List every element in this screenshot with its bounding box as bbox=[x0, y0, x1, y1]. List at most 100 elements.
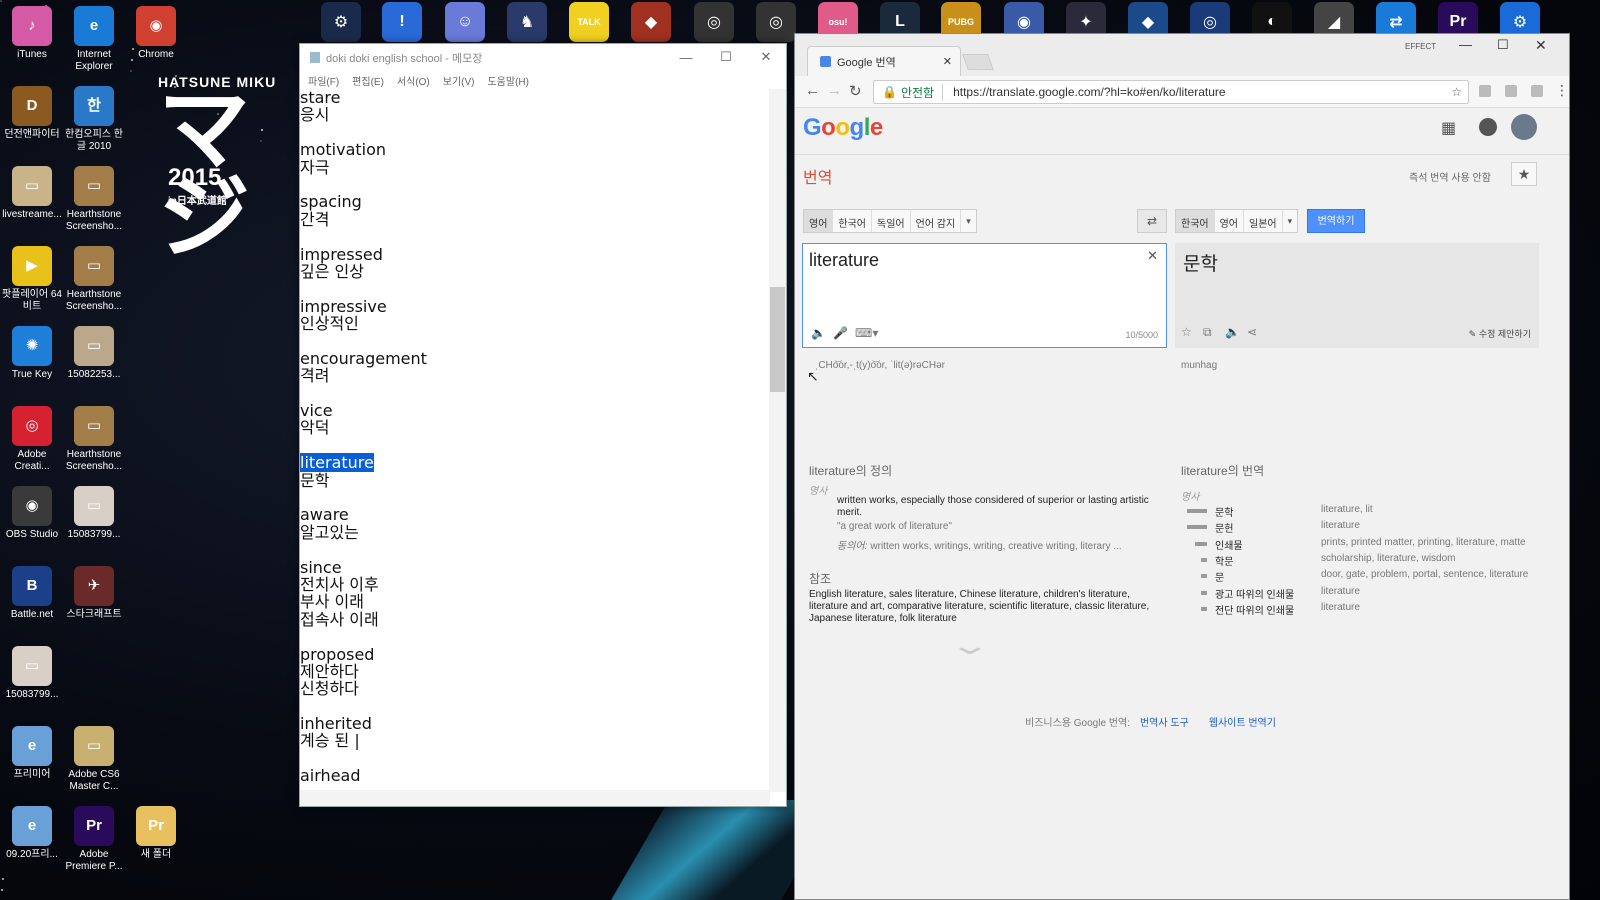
menu-item[interactable]: 파일(F) bbox=[308, 73, 339, 88]
desktop-icon[interactable]: ◉ OBS Studio bbox=[0, 486, 64, 541]
menu-item[interactable]: 도움말(H) bbox=[487, 73, 528, 88]
chevron-down-icon[interactable]: ▾ bbox=[1283, 210, 1298, 232]
desktop-icon[interactable]: ♪ iTunes bbox=[0, 6, 64, 61]
reload-icon[interactable]: ↻ bbox=[849, 82, 862, 100]
close-tab-icon[interactable]: ✕ bbox=[943, 55, 952, 68]
apps-grid-icon[interactable]: ▦ bbox=[1441, 118, 1456, 138]
listen-icon[interactable]: 🔈 bbox=[1225, 325, 1240, 339]
notepad-window[interactable]: doki doki english school - 메모장 — ☐ ✕ 파일(F) 편집… bbox=[299, 43, 787, 807]
desktop-icon[interactable]: ◎ Adobe Creati... bbox=[0, 406, 64, 473]
source-language-tab[interactable]: 영어 bbox=[804, 210, 834, 232]
vertical-scrollbar[interactable] bbox=[769, 89, 786, 792]
share-icon[interactable]: ⋖ bbox=[1247, 325, 1257, 339]
translation-row[interactable]: 인쇄물 prints, printed matter, printing, lit… bbox=[1187, 537, 1547, 551]
target-language-tab[interactable]: 영어 bbox=[1215, 210, 1245, 232]
desktop-icon[interactable]: ✈ 스타크래프트 bbox=[62, 566, 126, 621]
desktop-icon[interactable]: ▭ 15083799... bbox=[62, 486, 126, 541]
bookmark-star-icon[interactable]: ☆ bbox=[1451, 85, 1462, 99]
extension-icon[interactable] bbox=[1531, 85, 1543, 97]
back-icon[interactable]: ← bbox=[805, 82, 820, 99]
keyboard-icon[interactable]: ⌨▾ bbox=[855, 326, 878, 340]
desktop-icon[interactable]: D 던전앤파이터 bbox=[0, 86, 64, 141]
target-language-tab[interactable]: 한국어 bbox=[1176, 210, 1215, 232]
steam-icon[interactable]: ⚙ bbox=[321, 2, 361, 42]
desktop-icon[interactable]: ▭ Hearthstone Screensho... bbox=[62, 406, 126, 473]
notifications-icon[interactable] bbox=[1479, 118, 1497, 136]
star-icon[interactable]: ☆ bbox=[1181, 325, 1192, 339]
footer-link[interactable]: 번역사 도구 bbox=[1140, 718, 1189, 729]
close-icon[interactable]: ✕ bbox=[1535, 37, 1547, 54]
overwatch-icon[interactable]: ◎ bbox=[694, 2, 734, 42]
swap-languages-icon[interactable]: ⇄ bbox=[1137, 209, 1167, 233]
desktop-icon[interactable]: ▭ 15083799... bbox=[0, 646, 64, 701]
translation-row[interactable]: 광고 따위의 인쇄물 literature bbox=[1187, 586, 1547, 600]
translation-row[interactable]: 문학 literature, lit bbox=[1187, 504, 1547, 518]
maximize-icon[interactable]: ☐ bbox=[706, 44, 746, 70]
expand-chevron-icon[interactable]: ⌄ bbox=[948, 630, 992, 661]
game-icon[interactable]: ◆ bbox=[631, 2, 671, 42]
chrome-menu-icon[interactable]: ⋮ bbox=[1555, 82, 1569, 99]
extension-icon[interactable] bbox=[1479, 85, 1491, 97]
game-icon[interactable]: ♞ bbox=[507, 2, 547, 42]
minimize-icon[interactable]: — bbox=[1459, 37, 1472, 52]
translate-button[interactable]: 번역하기 bbox=[1307, 209, 1365, 233]
starred-icon[interactable]: ★ bbox=[1511, 162, 1537, 186]
translation-row[interactable]: 문헌 literature bbox=[1187, 520, 1547, 534]
desktop-icon[interactable]: ▭ Hearthstone Screensho... bbox=[62, 246, 126, 313]
desktop-icon[interactable]: e Internet Explorer bbox=[62, 6, 126, 73]
kakaotalk-icon[interactable]: TALK bbox=[569, 2, 609, 42]
maximize-icon[interactable]: ☐ bbox=[1497, 37, 1509, 53]
extension-icon[interactable] bbox=[1505, 85, 1517, 97]
translation-row[interactable]: 문 door, gate, problem, portal, sentence, … bbox=[1187, 569, 1547, 583]
desktop-icon[interactable]: ▭ 15082253... bbox=[62, 326, 126, 381]
chrome-window[interactable]: Google 번역 ✕ EFFECT — ☐ ✕ ← → ↻ 🔒 안전함 https://transl… bbox=[794, 33, 1570, 900]
browser-tab[interactable]: Google 번역 ✕ bbox=[807, 46, 961, 76]
horizontal-scrollbar[interactable] bbox=[300, 790, 770, 806]
copy-icon[interactable]: ⧉ bbox=[1203, 325, 1212, 340]
url-bar[interactable]: 🔒 안전함 https://translate.google.com/?hl=ko#… bbox=[873, 80, 1469, 104]
desktop-icon[interactable]: ◉ Chrome bbox=[124, 6, 188, 61]
menu-item[interactable]: 편집(E) bbox=[352, 73, 384, 88]
avatar[interactable] bbox=[1511, 114, 1537, 140]
translation-row[interactable]: 학문 scholarship, literature, wisdom bbox=[1187, 553, 1547, 567]
scrollbar-thumb[interactable] bbox=[770, 287, 785, 392]
clear-icon[interactable]: ✕ bbox=[1147, 248, 1158, 264]
chevron-down-icon[interactable]: ▾ bbox=[961, 210, 976, 232]
forward-icon[interactable]: → bbox=[827, 82, 842, 99]
menu-item[interactable]: 보기(V) bbox=[443, 73, 475, 88]
microphone-icon[interactable]: 🎤 bbox=[833, 326, 848, 340]
source-language-tab[interactable]: 언어 감지 bbox=[911, 210, 962, 232]
desktop-icon[interactable]: ▭ Hearthstone Screensho... bbox=[62, 166, 126, 233]
footer-link[interactable]: 웹사이트 번역기 bbox=[1209, 718, 1276, 729]
listen-icon[interactable]: 🔈 bbox=[811, 326, 826, 340]
desktop-icon[interactable]: ✺ True Key bbox=[0, 326, 64, 381]
source-language-tab[interactable]: 한국어 bbox=[833, 210, 873, 232]
instant-translation-toggle[interactable]: 즉석 번역 사용 안함 bbox=[1409, 169, 1491, 184]
app-icon[interactable]: ! bbox=[382, 2, 422, 42]
notepad-text-area[interactable]: stare 응시 motivation 자극 spacing 간격 impressed 깊은 … bbox=[300, 89, 768, 792]
new-tab-button[interactable] bbox=[962, 54, 994, 70]
source-language-tab[interactable]: 독일어 bbox=[872, 210, 911, 232]
source-text-box[interactable]: literature ✕ 🔈 🎤 ⌨▾ 10/5000 bbox=[802, 243, 1167, 348]
desktop-icon[interactable]: ▶ 팟플레이어 64 비트 bbox=[0, 246, 64, 313]
desktop-icon[interactable]: Pr 새 폴더 bbox=[124, 806, 188, 861]
source-text[interactable]: literature bbox=[809, 250, 879, 271]
translation-row[interactable]: 전단 따위의 인쇄물 literature bbox=[1187, 602, 1547, 616]
desktop-icon[interactable]: e 프리미어 bbox=[0, 726, 64, 781]
discord-icon[interactable]: ☺ bbox=[445, 2, 485, 42]
close-icon[interactable]: ✕ bbox=[746, 44, 786, 70]
desktop-icon[interactable]: e 09.20프리... bbox=[0, 806, 64, 861]
suggest-edit-button[interactable]: ✎ 수정 제안하기 bbox=[1469, 327, 1531, 340]
reference-text[interactable]: English literature, sales literature, Ch… bbox=[809, 589, 1153, 625]
menu-item[interactable]: 서식(O) bbox=[397, 73, 430, 88]
synonyms-list[interactable]: written works, writings, writing, creati… bbox=[870, 541, 1121, 552]
desktop-icon[interactable]: Pr Adobe Premiere P... bbox=[62, 806, 126, 873]
target-language-tab[interactable]: 일본어 bbox=[1244, 210, 1283, 232]
desktop-icon[interactable]: ▭ livestreame... bbox=[0, 166, 64, 221]
desktop-icon[interactable]: ▭ Adobe CS6 Master C... bbox=[62, 726, 126, 793]
overwatch-icon[interactable]: ◎ bbox=[756, 2, 796, 42]
lock-icon: 🔒 bbox=[882, 85, 897, 99]
minimize-icon[interactable]: — bbox=[666, 44, 706, 70]
desktop-icon[interactable]: B Battle.net bbox=[0, 566, 64, 621]
desktop-icon[interactable]: 한 한컴오피스 한글 2010 bbox=[62, 86, 126, 153]
